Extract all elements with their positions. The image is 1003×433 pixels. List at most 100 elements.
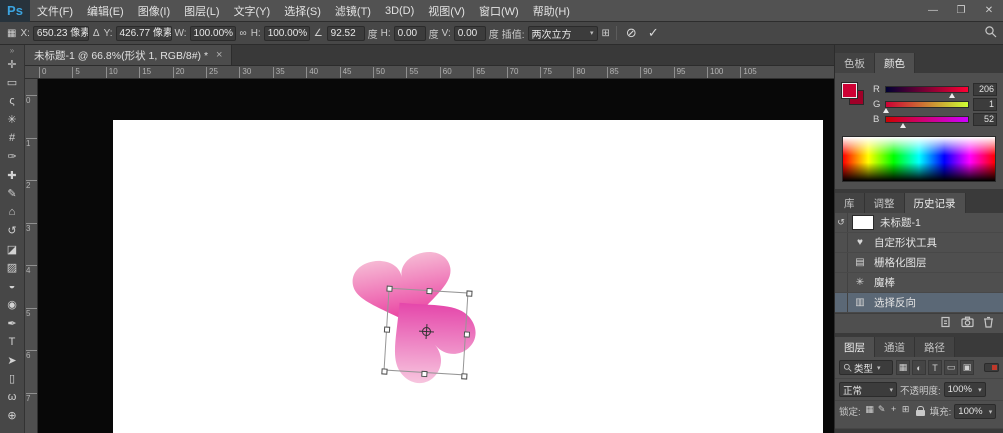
history-state-4[interactable]: ▥选择反向 bbox=[835, 293, 1003, 313]
transform-bounding-box[interactable] bbox=[384, 288, 469, 376]
relative-position-toggle-icon[interactable]: Δ bbox=[92, 28, 101, 39]
color-spectrum-ramp[interactable] bbox=[842, 136, 996, 182]
blend-mode-select[interactable]: 正常 ▾ bbox=[839, 382, 897, 397]
layer-filter-type-select[interactable]: 类型 ▾ bbox=[839, 360, 893, 375]
shape-layer-filter-icon[interactable]: ▭ bbox=[944, 360, 958, 375]
lock-transparent-icon[interactable]: ▦ bbox=[864, 404, 876, 415]
search-icon[interactable] bbox=[984, 25, 997, 41]
brush-tool[interactable]: ✎ bbox=[1, 185, 23, 204]
channel-slider[interactable] bbox=[885, 101, 969, 108]
channel-slider-thumb[interactable] bbox=[883, 108, 889, 113]
close-button[interactable]: ✕ bbox=[975, 5, 1003, 16]
menu-item-2[interactable]: 图像(I) bbox=[131, 0, 177, 21]
close-document-icon[interactable]: × bbox=[216, 49, 222, 61]
channel-value[interactable]: 1 bbox=[973, 98, 997, 111]
foreground-color-swatch[interactable] bbox=[842, 83, 857, 98]
channel-slider[interactable] bbox=[885, 116, 969, 123]
vertical-ruler[interactable]: 012345678 bbox=[25, 79, 38, 433]
history-brush-source[interactable] bbox=[835, 293, 848, 312]
transform-handle[interactable] bbox=[421, 371, 427, 377]
tab-color[interactable]: 颜色 bbox=[875, 53, 915, 73]
menu-item-0[interactable]: 文件(F) bbox=[30, 0, 80, 21]
rotate-angle-field[interactable]: 92.52 bbox=[327, 26, 365, 41]
tab-paths[interactable]: 路径 bbox=[915, 337, 955, 357]
lock-artboard-icon[interactable]: ⊞ bbox=[900, 404, 912, 415]
new-snapshot-camera-icon[interactable] bbox=[961, 315, 974, 333]
layer-filter-switch[interactable] bbox=[984, 363, 999, 372]
transform-handle[interactable] bbox=[466, 290, 472, 296]
x-position-field[interactable]: 650.23 像素 bbox=[33, 26, 89, 41]
interpolation-select[interactable]: 两次立方 ▾ bbox=[528, 26, 598, 41]
restore-button[interactable]: ❐ bbox=[947, 5, 975, 16]
transform-handle[interactable] bbox=[381, 368, 387, 374]
history-brush-source[interactable] bbox=[835, 253, 848, 272]
fill-select[interactable]: 100% ▾ bbox=[954, 404, 996, 419]
marquee-tool[interactable]: ▭ bbox=[1, 74, 23, 93]
type-layer-filter-icon[interactable]: T bbox=[928, 360, 942, 375]
history-brush-tool[interactable]: ↺ bbox=[1, 222, 23, 241]
healing-brush-tool[interactable]: ✚ bbox=[1, 166, 23, 185]
y-position-field[interactable]: 426.77 像素 bbox=[116, 26, 172, 41]
menu-item-8[interactable]: 视图(V) bbox=[421, 0, 472, 21]
pen-tool[interactable]: ✒ bbox=[1, 314, 23, 333]
channel-value[interactable]: 206 bbox=[973, 83, 997, 96]
hand-tool[interactable]: ω bbox=[1, 388, 23, 407]
v-skew-field[interactable]: 0.00 bbox=[454, 26, 486, 41]
transform-handle[interactable] bbox=[386, 286, 392, 292]
smart-object-filter-icon[interactable]: ▣ bbox=[960, 360, 974, 375]
history-state-1[interactable]: ♥自定形状工具 bbox=[835, 233, 1003, 253]
h-skew-field[interactable]: 0.00 bbox=[394, 26, 426, 41]
menu-item-7[interactable]: 3D(D) bbox=[378, 0, 421, 21]
move-tool[interactable]: ✛ bbox=[1, 55, 23, 74]
eraser-tool[interactable]: ◪ bbox=[1, 240, 23, 259]
toolbar-collapse[interactable]: » bbox=[10, 46, 14, 55]
tab-channels[interactable]: 通道 bbox=[875, 337, 915, 357]
menu-item-9[interactable]: 窗口(W) bbox=[472, 0, 526, 21]
magic-wand-tool[interactable]: ✳ bbox=[1, 111, 23, 130]
cancel-transform-button[interactable]: ⊘ bbox=[622, 25, 641, 41]
menu-item-3[interactable]: 图层(L) bbox=[177, 0, 226, 21]
lock-all-icon[interactable] bbox=[916, 410, 925, 416]
history-state-0[interactable]: ↺未标题-1 bbox=[835, 213, 1003, 233]
tab-layers[interactable]: 图层 bbox=[835, 337, 875, 357]
pixel-layer-filter-icon[interactable]: ▦ bbox=[896, 360, 910, 375]
commit-transform-button[interactable]: ✓ bbox=[644, 25, 663, 41]
history-brush-source[interactable] bbox=[835, 273, 848, 292]
transform-reference-point[interactable] bbox=[422, 327, 432, 337]
lock-position-icon[interactable]: + bbox=[888, 404, 900, 415]
dodge-tool[interactable]: ◉ bbox=[1, 296, 23, 315]
transform-handle[interactable] bbox=[461, 373, 467, 379]
reference-point-locator-icon[interactable]: ▦ bbox=[6, 28, 17, 39]
new-document-from-state-icon[interactable] bbox=[940, 315, 952, 333]
delete-state-trash-icon[interactable] bbox=[983, 315, 994, 333]
channel-value[interactable]: 52 bbox=[973, 113, 997, 126]
channel-slider[interactable] bbox=[885, 86, 969, 93]
crop-tool[interactable]: # bbox=[1, 129, 23, 148]
lock-pixels-icon[interactable]: ✎ bbox=[876, 404, 888, 415]
gradient-tool[interactable]: ▨ bbox=[1, 259, 23, 278]
transform-handle[interactable] bbox=[464, 331, 470, 337]
menu-item-4[interactable]: 文字(Y) bbox=[227, 0, 278, 21]
channel-slider-thumb[interactable] bbox=[949, 93, 955, 98]
tab-adjustments[interactable]: 调整 bbox=[865, 193, 905, 213]
history-state-3[interactable]: ✳魔棒 bbox=[835, 273, 1003, 293]
transform-handle[interactable] bbox=[426, 288, 432, 294]
tab-history[interactable]: 历史记录 bbox=[905, 193, 966, 213]
horizontal-ruler[interactable]: 0510152025303540455055606570758085909510… bbox=[25, 66, 834, 79]
opacity-select[interactable]: 100% ▾ bbox=[944, 382, 986, 397]
lasso-tool[interactable]: ς bbox=[1, 92, 23, 111]
adjustment-layer-filter-icon[interactable]: ◐ bbox=[912, 360, 926, 375]
history-brush-source[interactable]: ↺ bbox=[835, 213, 848, 232]
link-dimensions-icon[interactable]: ∞ bbox=[239, 28, 248, 39]
path-selection-tool[interactable]: ➤ bbox=[1, 351, 23, 370]
menu-item-1[interactable]: 编辑(E) bbox=[80, 0, 131, 21]
transform-handle[interactable] bbox=[384, 326, 390, 332]
clone-stamp-tool[interactable]: ⌂ bbox=[1, 203, 23, 222]
zoom-tool[interactable]: ⊕ bbox=[1, 407, 23, 426]
menu-item-10[interactable]: 帮助(H) bbox=[526, 0, 577, 21]
blur-tool[interactable]: ◒ bbox=[1, 277, 23, 296]
minimize-button[interactable]: — bbox=[919, 5, 947, 16]
tab-libraries[interactable]: 库 bbox=[835, 193, 865, 213]
width-field[interactable]: 100.00% bbox=[190, 26, 236, 41]
document-tab[interactable]: 未标题-1 @ 66.8%(形状 1, RGB/8#) * × bbox=[25, 45, 232, 65]
